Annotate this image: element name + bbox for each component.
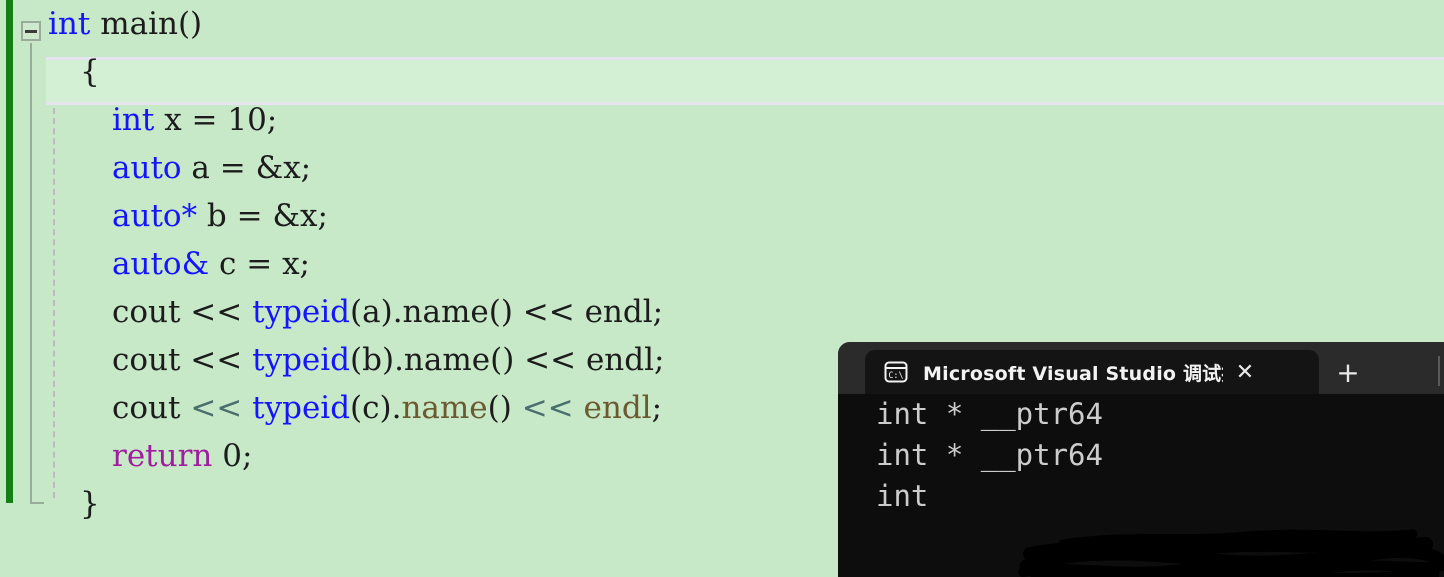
code-token: int <box>112 102 155 138</box>
code-token: (c). <box>350 390 402 426</box>
code-token: a = &x; <box>181 150 312 186</box>
code-token: main() <box>90 6 203 42</box>
terminal-output-line: int * __ptr64 <box>876 397 1103 431</box>
code-line[interactable]: auto a = &x; <box>0 144 1444 192</box>
code-token: b = &x; <box>197 198 328 234</box>
code-token: return <box>112 438 213 474</box>
code-token: << <box>190 390 253 426</box>
code-token: { <box>80 54 100 90</box>
terminal-tab-title: Microsoft Visual Studio 调试控 <box>923 362 1223 385</box>
code-token: x = 10; <box>154 102 278 138</box>
code-token: auto <box>112 150 182 186</box>
terminal-window[interactable]: C:\ Microsoft Visual Studio 调试控 ✕ + int … <box>838 342 1444 577</box>
code-token: ; <box>651 390 663 426</box>
code-token: name <box>401 390 488 426</box>
code-token: auto* <box>112 198 198 234</box>
code-token: c = x; <box>209 246 310 282</box>
terminal-output[interactable]: int * __ptr64 int * __ptr64 int <box>838 394 1444 577</box>
code-line[interactable]: cout << typeid(a).name() << endl; <box>0 288 1444 336</box>
redaction-scribble <box>1018 529 1444 577</box>
code-token: () <box>487 390 522 426</box>
code-token: int <box>48 6 91 42</box>
code-line[interactable]: int x = 10; <box>0 96 1444 144</box>
code-token: (b).name() << endl; <box>350 342 665 378</box>
terminal-output-line: int * __ptr64 <box>876 438 1103 472</box>
console-cmd-icon: C:\ <box>883 359 909 385</box>
code-token: cout << <box>112 342 253 378</box>
close-icon[interactable]: ✕ <box>1223 350 1267 394</box>
code-line[interactable]: int main() <box>0 0 1444 48</box>
code-token: << <box>521 390 584 426</box>
terminal-output-line: int <box>876 479 929 513</box>
screenshot-root: int main(){int x = 10; auto a = &x; auto* … <box>0 0 1444 577</box>
code-line[interactable]: { <box>0 48 1444 96</box>
svg-text:C:\: C:\ <box>888 371 903 381</box>
code-token: } <box>80 486 100 522</box>
code-token: (a).name() << endl; <box>350 294 664 330</box>
terminal-tab-active[interactable]: C:\ Microsoft Visual Studio 调试控 ✕ <box>865 350 1319 394</box>
code-token: typeid <box>252 294 351 330</box>
titlebar-divider <box>1438 356 1440 386</box>
code-token: 0; <box>212 438 253 474</box>
code-token: auto& <box>112 246 210 282</box>
code-token: endl <box>583 390 652 426</box>
code-token: cout << <box>112 294 253 330</box>
code-line[interactable]: auto* b = &x; <box>0 192 1444 240</box>
code-token: typeid <box>252 390 351 426</box>
new-tab-button[interactable]: + <box>1326 350 1370 394</box>
code-token: typeid <box>252 342 351 378</box>
terminal-titlebar[interactable]: C:\ Microsoft Visual Studio 调试控 ✕ + <box>838 342 1444 394</box>
code-token: cout <box>112 390 191 426</box>
code-line[interactable]: auto& c = x; <box>0 240 1444 288</box>
